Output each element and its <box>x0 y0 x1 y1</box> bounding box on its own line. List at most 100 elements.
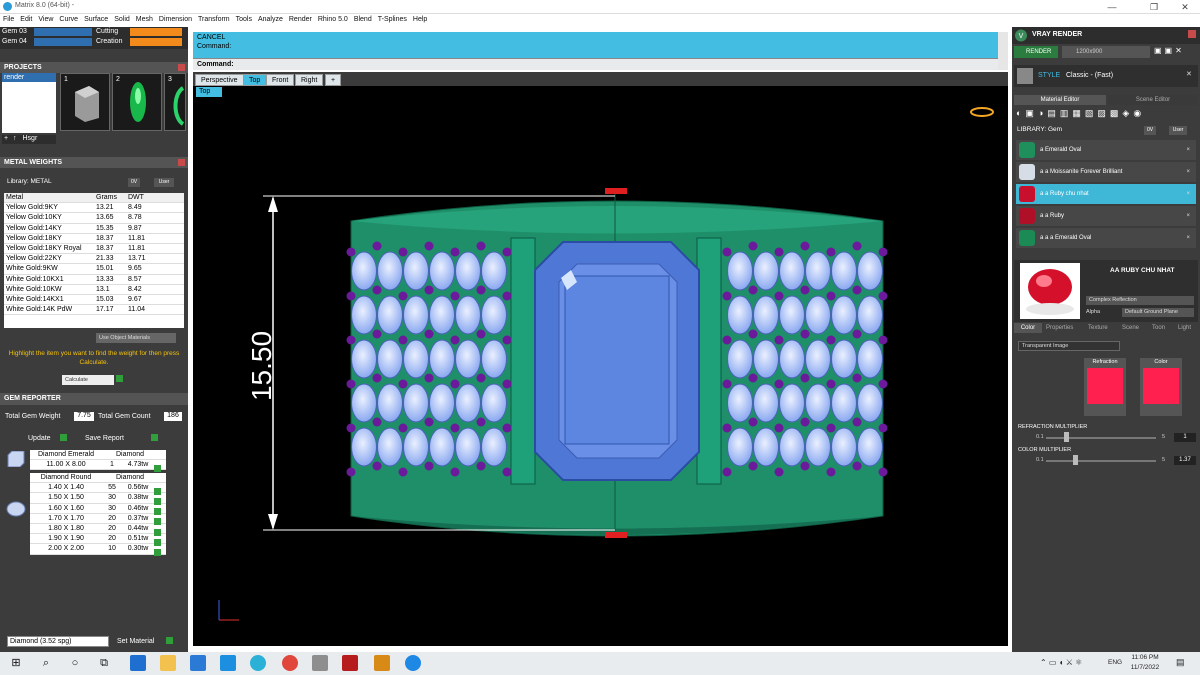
layer-gem04-toggles[interactable] <box>34 38 92 46</box>
tab-properties[interactable]: Properties <box>1046 323 1073 333</box>
close-button[interactable]: ✕ <box>1170 1 1200 13</box>
viewport-top[interactable]: Top 15.50 <box>193 86 1008 646</box>
refraction-slider-thumb[interactable] <box>1064 432 1070 442</box>
search-icon[interactable]: ⌕ <box>38 655 54 671</box>
menu-dimension[interactable]: Dimension <box>156 14 195 23</box>
metal-row[interactable]: White Gold:9KW 15.01 9.65 <box>4 264 184 275</box>
gem-0v-toggle[interactable]: 0V <box>1144 126 1156 135</box>
material-item[interactable]: a a a Emerald Oval × <box>1016 228 1196 248</box>
tab-scene[interactable]: Scene <box>1122 323 1139 333</box>
zalo-icon[interactable] <box>405 655 421 671</box>
layer-gem03-toggles[interactable] <box>34 28 92 36</box>
start-icon[interactable]: ⊞ <box>8 655 24 671</box>
layer-creation-toggles[interactable] <box>130 38 182 46</box>
metal-row[interactable]: Yellow Gold:18KY 18.37 11.81 <box>4 234 184 244</box>
up-arrow-icon[interactable]: ↑ <box>10 135 17 142</box>
file-explorer-icon[interactable] <box>160 655 176 671</box>
tab-material-editor[interactable]: Material Editor <box>1014 95 1106 105</box>
layer-cutting[interactable]: Cutting <box>96 28 118 35</box>
material-item[interactable]: a a Moissanite Forever Brilliant × <box>1016 162 1196 182</box>
ground-select[interactable]: Default Ground Plane <box>1122 308 1194 317</box>
layer-cutting-toggles[interactable] <box>130 28 182 36</box>
layer-gem03[interactable]: Gem 03 <box>2 28 27 35</box>
minimize-button[interactable]: — <box>1097 1 1127 13</box>
clock-time[interactable]: 11:06 PM <box>1130 654 1160 661</box>
notification-icon[interactable]: ▤ <box>1176 657 1185 668</box>
calculate-go-icon[interactable] <box>116 375 123 382</box>
clock-date[interactable]: 11/7/2022 <box>1128 664 1162 671</box>
update-button[interactable]: Update <box>28 435 51 442</box>
style-expand-icon[interactable]: ✕ <box>1186 70 1192 78</box>
gem-user-toggle[interactable]: User <box>1169 126 1187 135</box>
update-go-icon[interactable] <box>60 434 67 441</box>
menu-rhino[interactable]: Rhino 5.0 <box>315 14 351 23</box>
app-red-icon[interactable] <box>342 655 358 671</box>
menu-solid[interactable]: Solid <box>111 14 133 23</box>
metal-row[interactable]: Yellow Gold:18KY Royal 18.37 11.81 <box>4 244 184 255</box>
metal-row[interactable]: Yellow Gold:10KY 13.65 8.78 <box>4 213 184 224</box>
menu-surface[interactable]: Surface <box>81 14 111 23</box>
close-icon[interactable] <box>178 159 185 166</box>
maximize-button[interactable]: ❐ <box>1139 1 1169 13</box>
gem-row[interactable]: 1.50 X 1.50 30 0.38tw <box>30 493 166 506</box>
cortana-icon[interactable]: ○ <box>67 655 83 671</box>
metal-0v-toggle[interactable]: 0V <box>128 178 140 187</box>
use-object-materials-button[interactable]: Use Object Materials <box>96 333 176 343</box>
hsgr-button[interactable]: Hsgr <box>19 135 38 142</box>
task-view-icon[interactable]: ⧉ <box>96 655 112 671</box>
app-orange-icon[interactable] <box>374 655 390 671</box>
project-item-render[interactable]: render <box>2 73 56 82</box>
menu-blend[interactable]: Blend <box>351 14 375 23</box>
material-item[interactable]: a a Ruby × <box>1016 206 1196 226</box>
gem-row[interactable]: 1.60 X 1.60 30 0.46tw <box>30 504 166 516</box>
metal-row[interactable]: White Gold:14KX1 15.03 9.67 <box>4 295 184 306</box>
metal-user-toggle[interactable]: User <box>154 178 174 187</box>
command-scrollbar[interactable] <box>998 32 1008 70</box>
select-gem-icon[interactable] <box>154 464 161 472</box>
tab-front[interactable]: Front <box>266 74 295 86</box>
refraction-value[interactable]: 1 <box>1174 433 1196 442</box>
menu-transform[interactable]: Transform <box>195 14 233 23</box>
material-toolbar-icons[interactable]: ◐▣◑▤▥▦▧▨▩◈◉ <box>1016 108 1196 121</box>
material-item[interactable]: a Emerald Oval × <box>1016 140 1196 160</box>
menu-analyze[interactable]: Analyze <box>255 14 286 23</box>
remove-icon[interactable]: × <box>1186 162 1190 182</box>
remove-icon[interactable]: × <box>1186 184 1190 204</box>
tab-top[interactable]: Top <box>243 74 267 86</box>
set-material-button[interactable]: Set Material <box>117 638 154 645</box>
tab-scene-editor[interactable]: Scene Editor <box>1108 95 1198 105</box>
metal-row[interactable]: Yellow Gold:14KY 15.35 9.87 <box>4 224 184 234</box>
close-icon[interactable] <box>178 64 185 71</box>
input-language[interactable]: ENG <box>1108 659 1122 666</box>
metal-row[interactable]: White Gold:10KW 13.1 8.42 <box>4 285 184 295</box>
remove-icon[interactable]: × <box>1186 140 1190 160</box>
command-input[interactable]: Command: <box>193 58 998 70</box>
gem-row[interactable]: 2.00 X 2.00 10 0.30tw <box>30 544 166 556</box>
add-icon[interactable]: + <box>2 135 8 142</box>
color-value[interactable]: 1.37 <box>1174 456 1196 465</box>
store-icon[interactable] <box>190 655 206 671</box>
metal-row[interactable]: White Gold:14K PdW 17.17 11.04 <box>4 305 184 316</box>
select-gem-icon[interactable] <box>154 548 161 556</box>
matrix-app-icon[interactable] <box>250 655 266 671</box>
tab-color[interactable]: Color <box>1014 323 1042 333</box>
metal-row[interactable]: Yellow Gold:22KY 21.33 13.71 <box>4 254 184 265</box>
render-button[interactable]: RENDER <box>1014 46 1058 58</box>
tab-texture[interactable]: Texture <box>1088 323 1108 333</box>
color-slider-thumb[interactable] <box>1072 455 1078 465</box>
close-icon[interactable] <box>1188 30 1196 38</box>
tab-perspective[interactable]: Perspective <box>195 74 244 86</box>
mail-icon[interactable] <box>220 655 236 671</box>
gem-row[interactable]: 1.90 X 1.90 20 0.51tw <box>30 534 166 546</box>
render-tool-icons[interactable]: ▣▣✕ <box>1154 46 1198 58</box>
refraction-swatch[interactable]: Refraction <box>1084 358 1126 416</box>
save-report-button[interactable]: Save Report <box>85 435 124 442</box>
color-slider-track[interactable] <box>1046 460 1156 462</box>
metal-row[interactable]: White Gold:10KX1 13.33 8.57 <box>4 275 184 285</box>
menu-tools[interactable]: Tools <box>233 14 255 23</box>
tab-right[interactable]: Right <box>295 74 324 86</box>
resolution-field[interactable]: 1200x900 <box>1062 46 1150 58</box>
refraction-slider-track[interactable] <box>1046 437 1156 439</box>
preset-select[interactable]: Complex Reflection <box>1086 296 1194 305</box>
material-item[interactable]: a a Ruby chu nhat × <box>1016 184 1196 204</box>
